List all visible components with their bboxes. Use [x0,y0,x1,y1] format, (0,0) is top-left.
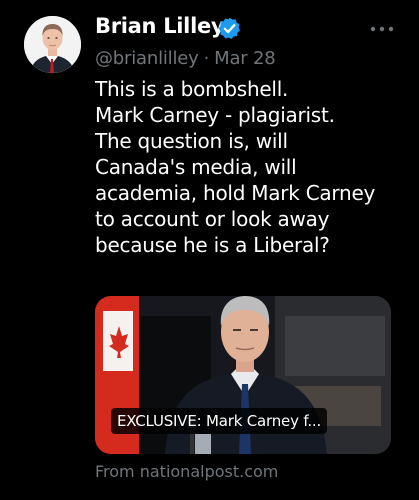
post-meta: @brianlilley · Mar 28 [95,48,276,69]
post-text-line: Canada's media, will [95,155,297,179]
post-text-line: Mark Carney - plagiarist. [95,103,335,127]
post-text-line: This is a bombshell. [95,77,289,101]
post-text-line: because he is a Liberal? [95,233,330,257]
post-text-line: The question is, will [95,129,288,153]
verified-badge-icon [218,17,240,39]
post-text: This is a bombshell. Mark Carney - plagi… [95,76,405,258]
link-card-title: EXCLUSIVE: Mark Carney f... [111,408,328,434]
post-date[interactable]: Mar 28 [214,48,276,69]
post-text-line: to account or look away [95,207,330,231]
post-text-line: academia, hold Mark Carney [95,181,376,205]
tweet: Brian Lilley @brianlilley · Mar 28 This is… [0,0,419,500]
avatar-photo [24,16,81,73]
meta-separator: · [203,48,210,69]
author-avatar[interactable] [24,16,81,73]
link-preview-card[interactable]: EXCLUSIVE: Mark Carney f... [95,296,391,454]
more-options-icon[interactable] [369,22,395,36]
author-handle[interactable]: @brianlilley [95,48,199,69]
author-name[interactable]: Brian Lilley [95,14,225,38]
link-source[interactable]: From nationalpost.com [95,462,278,481]
